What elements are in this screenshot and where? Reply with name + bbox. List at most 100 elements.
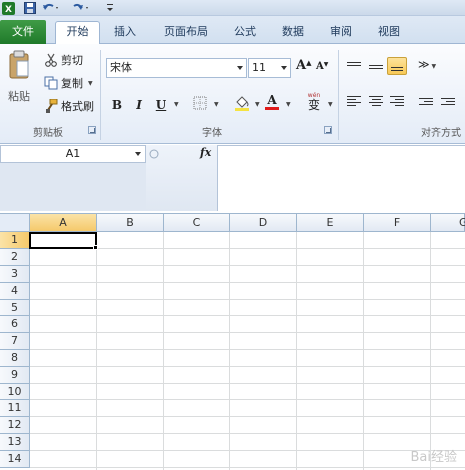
save-icon[interactable] xyxy=(24,1,36,15)
row-header-6[interactable]: 6 xyxy=(0,316,30,333)
tab-view[interactable]: 视图 xyxy=(372,22,406,44)
font-color-button[interactable]: A xyxy=(265,94,279,110)
row-header-10[interactable]: 10 xyxy=(0,384,30,400)
increase-indent-button[interactable] xyxy=(438,92,458,110)
formula-input[interactable] xyxy=(218,145,465,211)
tab-insert[interactable]: 插入 xyxy=(108,22,142,44)
row-header-8[interactable]: 8 xyxy=(0,350,30,367)
italic-button[interactable]: I xyxy=(132,96,146,114)
fill-handle[interactable] xyxy=(93,245,98,250)
underline-button[interactable]: U xyxy=(154,96,168,114)
tab-data[interactable]: 数据 xyxy=(276,22,310,44)
row-header-2[interactable]: 2 xyxy=(0,249,30,266)
font-size-value: 11 xyxy=(252,61,266,74)
name-box-arrow-icon xyxy=(135,152,141,156)
group-separator xyxy=(338,50,339,140)
grow-font-label: A xyxy=(296,58,307,73)
fill-color-dropdown-icon[interactable]: ▼ xyxy=(255,101,260,108)
tab-formulas[interactable]: 公式 xyxy=(228,22,262,44)
clipboard-group-label: 剪贴板 xyxy=(33,128,63,139)
grid-line xyxy=(30,299,465,300)
excel-logo-icon: X xyxy=(2,1,15,15)
redo-icon[interactable] xyxy=(72,1,90,15)
shrink-font-label: A xyxy=(316,61,324,72)
grid-line xyxy=(163,232,164,470)
fill-color-button[interactable] xyxy=(234,94,250,115)
row-header-5[interactable]: 5 xyxy=(0,300,30,316)
column-header-g[interactable]: G xyxy=(431,214,465,232)
font-size-select[interactable]: 11 xyxy=(248,58,291,78)
paste-label: 粘贴 xyxy=(8,90,30,103)
column-header-d[interactable]: D xyxy=(230,214,297,232)
select-all-corner[interactable] xyxy=(0,214,30,232)
svg-text:X: X xyxy=(5,5,12,15)
format-painter-button[interactable]: 格式刷 xyxy=(44,97,94,115)
tab-review[interactable]: 审阅 xyxy=(324,22,358,44)
border-button[interactable] xyxy=(193,96,207,113)
name-box[interactable]: A1 xyxy=(0,145,146,163)
undo-icon[interactable] xyxy=(42,1,60,15)
cut-label: 剪切 xyxy=(61,54,83,67)
bold-button[interactable]: B xyxy=(110,96,124,114)
font-name-select[interactable]: 宋体 xyxy=(106,58,247,78)
paste-icon xyxy=(9,50,29,79)
text-orientation-icon: ≫ xyxy=(418,58,430,71)
underline-dropdown-icon[interactable]: ▼ xyxy=(174,101,179,108)
paste-button[interactable]: 粘贴 xyxy=(6,50,32,114)
orientation-button[interactable]: ≫ ▼ xyxy=(418,58,436,71)
copy-label: 复制 xyxy=(61,77,83,90)
grow-font-button[interactable]: A▲ xyxy=(296,58,311,73)
phonetic-dropdown-icon[interactable]: ▼ xyxy=(328,101,333,108)
column-header-f[interactable]: F xyxy=(364,214,431,232)
phonetic-label: 变 xyxy=(307,98,320,112)
font-group-label: 字体 xyxy=(202,128,222,139)
border-icon xyxy=(193,96,207,110)
column-header-c[interactable]: C xyxy=(164,214,230,232)
row-header-4[interactable]: 4 xyxy=(0,283,30,300)
copy-dropdown-icon[interactable]: ▼ xyxy=(88,80,93,87)
clipboard-launcher-icon[interactable] xyxy=(88,126,96,134)
row-header-11[interactable]: 11 xyxy=(0,400,30,417)
row-header-14[interactable]: 14 xyxy=(0,451,30,468)
align-bottom-button[interactable] xyxy=(387,57,407,75)
grid-line xyxy=(229,232,230,470)
grid-line xyxy=(296,232,297,470)
align-top-button[interactable] xyxy=(344,56,364,74)
font-launcher-icon[interactable] xyxy=(324,126,332,134)
active-cell-a1[interactable] xyxy=(29,232,97,249)
row-header-12[interactable]: 12 xyxy=(0,417,30,434)
tab-file[interactable]: 文件 xyxy=(0,20,46,44)
column-header-a[interactable]: A xyxy=(30,214,97,232)
decrease-indent-button[interactable] xyxy=(416,92,436,110)
cut-button[interactable]: 剪切 xyxy=(44,51,83,69)
align-left-button[interactable] xyxy=(344,92,364,110)
row-header-3[interactable]: 3 xyxy=(0,266,30,283)
shrink-font-button[interactable]: A▼ xyxy=(316,61,328,72)
phonetic-button[interactable]: wén 变 xyxy=(304,92,324,112)
column-header-b[interactable]: B xyxy=(97,214,164,232)
row-header-1[interactable]: 1 xyxy=(0,232,30,249)
row-header-13[interactable]: 13 xyxy=(0,434,30,451)
alignment-group-label: 对齐方式 xyxy=(421,128,461,139)
ribbon-home: 粘贴 剪切 复制 ▼ 格式刷 剪贴板 宋体 11 A▲ A▼ B I U ▼ ▼… xyxy=(0,44,465,144)
group-separator xyxy=(100,50,101,140)
align-right-button[interactable] xyxy=(387,92,407,110)
row-header-7[interactable]: 7 xyxy=(0,333,30,350)
border-dropdown-icon[interactable]: ▼ xyxy=(214,101,219,108)
tab-page-layout[interactable]: 页面布局 xyxy=(156,22,216,44)
column-header-e[interactable]: E xyxy=(297,214,364,232)
grid-line xyxy=(30,416,465,417)
resize-handle-icon[interactable] xyxy=(148,149,160,159)
row-header-9[interactable]: 9 xyxy=(0,367,30,384)
shrink-font-icon: ▼ xyxy=(323,61,329,68)
tab-home[interactable]: 开始 xyxy=(55,21,100,44)
align-center-button[interactable] xyxy=(366,92,386,110)
customize-icon[interactable] xyxy=(106,1,114,15)
grid-line xyxy=(430,232,431,470)
copy-button[interactable]: 复制 ▼ xyxy=(44,74,93,92)
orientation-dropdown-icon[interactable]: ▼ xyxy=(432,63,437,70)
grid-line xyxy=(30,282,465,283)
insert-function-button[interactable]: fx xyxy=(200,146,211,159)
align-middle-button[interactable] xyxy=(366,58,386,76)
font-color-dropdown-icon[interactable]: ▼ xyxy=(286,101,291,108)
